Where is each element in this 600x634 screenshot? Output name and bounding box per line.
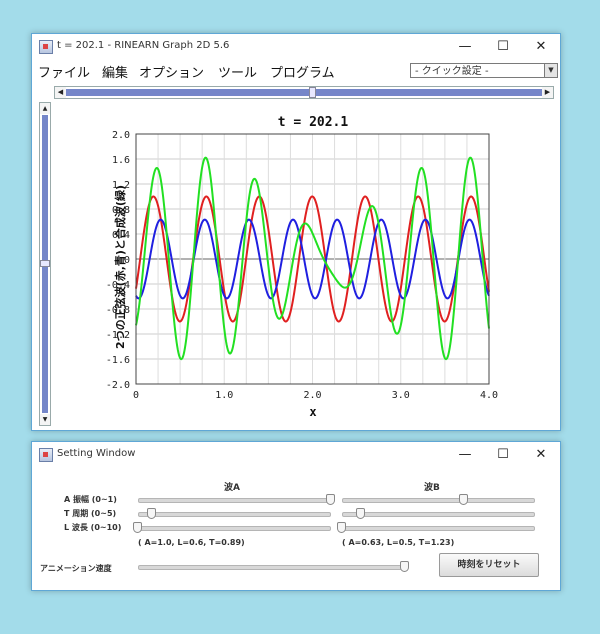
wave-b-wavelength-slider[interactable] — [337, 522, 535, 534]
reset-time-button[interactable]: 時刻をリセット — [439, 553, 539, 577]
wave-a-header: 波A — [224, 483, 240, 493]
close-button[interactable]: ✕ — [522, 34, 560, 60]
slider-track[interactable] — [138, 512, 331, 517]
x-tick-label: 4.0 — [480, 390, 498, 401]
quick-setting-value: - クイック設定 - — [415, 66, 489, 77]
animation-speed-slider[interactable] — [138, 561, 410, 573]
menubar: ファイル 編集 オプション ツール プログラム - クイック設定 - ▼ — [32, 60, 560, 82]
slider-track[interactable] — [342, 512, 535, 517]
y-tick-label: -2.0 — [106, 380, 130, 391]
x-axis-label: x — [309, 405, 316, 419]
slider-track[interactable] — [138, 565, 408, 570]
time-scroll-track[interactable] — [66, 87, 542, 98]
wave-b-header: 波B — [424, 483, 440, 493]
minimize-button[interactable]: — — [446, 34, 484, 60]
y-tick-label: 0.8 — [112, 205, 130, 216]
slider-track[interactable] — [342, 526, 535, 531]
menu-edit[interactable]: 編集 — [102, 62, 128, 81]
wave-a-amplitude-slider[interactable] — [138, 494, 335, 506]
y-tick-label: -1.6 — [106, 355, 130, 366]
y-tick-label: 1.2 — [112, 180, 130, 191]
y-tick-label: -1.2 — [106, 330, 130, 341]
slider-thumb[interactable] — [337, 522, 346, 533]
chart-title: t = 202.1 — [278, 115, 349, 130]
sine-wave-chart: t = 202.1 x 2つの正弦波(赤,青)と合成波(緑) 2.01.61.2… — [106, 115, 498, 419]
scroll-right-icon[interactable]: ▶ — [542, 87, 553, 98]
maximize-button[interactable]: ☐ — [484, 34, 522, 60]
wave-a-params: ( A=1.0, L=0.6, T=0.89) — [138, 538, 245, 547]
y-tick-label: -0.8 — [106, 305, 130, 316]
y-tick-label: 2.0 — [112, 130, 130, 141]
menu-file[interactable]: ファイル — [38, 62, 90, 81]
slider-thumb[interactable] — [458, 494, 468, 505]
slider-track[interactable] — [342, 498, 535, 503]
amplitude-label: A 振幅 (0~1) — [64, 495, 117, 504]
vertical-scrollbar[interactable]: ▲ ▼ — [39, 102, 51, 426]
time-scrollbar[interactable]: ◀ ▶ — [54, 86, 554, 99]
period-label: T 周期 (0~5) — [64, 509, 117, 518]
wave-b-period-slider[interactable] — [342, 508, 535, 520]
menu-tools[interactable]: ツール — [218, 62, 257, 81]
x-tick-label: 3.0 — [392, 390, 410, 401]
x-tick-label: 0 — [133, 390, 139, 401]
settings-app-icon — [39, 448, 53, 462]
scroll-up-icon[interactable]: ▲ — [40, 103, 50, 114]
graph-window: t = 202.1 - RINEARN Graph 2D 5.6 — ☐ ✕ フ… — [31, 33, 561, 431]
slider-thumb[interactable] — [133, 522, 142, 533]
chevron-down-icon[interactable]: ▼ — [544, 64, 557, 77]
app-icon — [39, 40, 53, 54]
y-tick-label: 0 — [124, 255, 130, 266]
animation-speed-label: アニメーション速度 — [40, 564, 112, 573]
settings-maximize-button[interactable]: ☐ — [484, 442, 522, 468]
wave-b-params: ( A=0.63, L=0.5, T=1.23) — [342, 538, 455, 547]
settings-close-button[interactable]: ✕ — [522, 442, 560, 468]
vertical-scroll-track[interactable] — [40, 115, 50, 413]
wave-a-wavelength-slider[interactable] — [133, 522, 331, 534]
settings-window-title: Setting Window — [57, 448, 136, 459]
x-tick-label: 2.0 — [303, 390, 321, 401]
y-tick-label: -0.4 — [106, 280, 130, 291]
time-scroll-thumb[interactable] — [309, 87, 316, 98]
vertical-scroll-thumb[interactable] — [40, 260, 50, 267]
y-tick-label: 0.4 — [112, 230, 130, 241]
slider-thumb[interactable] — [400, 561, 410, 572]
graph-window-titlebar[interactable]: t = 202.1 - RINEARN Graph 2D 5.6 — ☐ ✕ — [32, 34, 560, 60]
slider-thumb[interactable] — [356, 508, 366, 519]
quick-setting-dropdown[interactable]: - クイック設定 - ▼ — [410, 63, 558, 78]
slider-thumb[interactable] — [146, 508, 156, 519]
slider-thumb[interactable] — [326, 494, 335, 505]
wave-b-amplitude-slider[interactable] — [342, 494, 535, 506]
wave-a-period-slider[interactable] — [138, 508, 331, 520]
menu-program[interactable]: プログラム — [270, 62, 335, 81]
window-title: t = 202.1 - RINEARN Graph 2D 5.6 — [57, 40, 230, 51]
y-tick-label: 1.6 — [112, 155, 130, 166]
settings-minimize-button[interactable]: — — [446, 442, 484, 468]
menu-options[interactable]: オプション — [139, 62, 204, 81]
slider-track[interactable] — [138, 526, 331, 531]
settings-window-titlebar[interactable]: Setting Window — ☐ ✕ — [32, 442, 560, 468]
x-tick-label: 1.0 — [215, 390, 233, 401]
scroll-down-icon[interactable]: ▼ — [40, 414, 50, 425]
scroll-left-icon[interactable]: ◀ — [55, 87, 66, 98]
wavelength-label: L 波長 (0~10) — [64, 523, 122, 532]
slider-track[interactable] — [138, 498, 331, 503]
settings-window: Setting Window — ☐ ✕ 波A 波B A 振幅 (0~1) T … — [31, 441, 561, 591]
